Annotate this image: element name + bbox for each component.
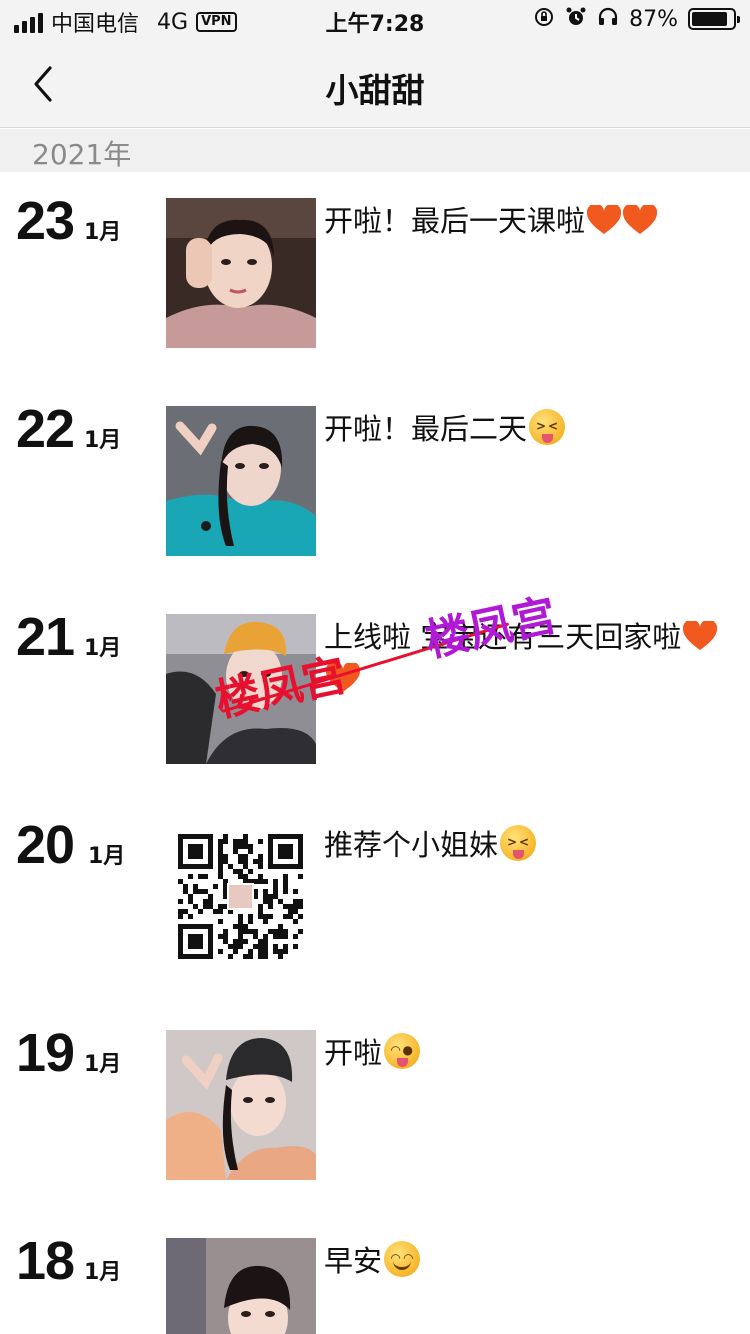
post-day: 22 [16, 399, 75, 459]
post-item[interactable]: 20 1月 推荐个小姐妹 > < [0, 796, 750, 972]
post-caption: 上线啦 宝宝还有三天回家啦 [324, 616, 724, 700]
post-text: 开啦！最后二天 [324, 412, 528, 446]
nav-bar: 小甜甜 [0, 40, 750, 128]
heart-icon [587, 205, 622, 234]
post-text: 推荐个小姐妹 [324, 828, 499, 862]
post-item[interactable]: 22 1月 开啦！最后二天 > < [0, 380, 750, 556]
post-caption: 早安 ◠ ◠ [324, 1240, 724, 1282]
wink-tongue-emoji-icon: ◠ ● [384, 1033, 421, 1069]
battery-percent: 87% [629, 6, 678, 32]
post-photo[interactable] [166, 1030, 316, 1180]
post-item[interactable]: 21 1月 上线啦 宝宝还有三天回家啦 [0, 588, 750, 764]
post-text: 开啦 [324, 1036, 383, 1070]
post-caption: 推荐个小姐妹 > < [324, 824, 724, 866]
post-month: 1月 [84, 636, 122, 661]
post-month: 1月 [84, 1052, 122, 1077]
post-month: 1月 [84, 1260, 122, 1285]
post-day: 21 [16, 607, 75, 667]
alarm-icon [565, 6, 587, 32]
post-photo[interactable] [166, 406, 316, 556]
post-item[interactable]: 23 1月 开啦！最后一天课啦 [0, 172, 750, 348]
post-photo[interactable] [166, 1238, 316, 1334]
year-header: 2021年 [0, 129, 750, 172]
battery-icon [688, 8, 740, 30]
headphones-icon [597, 6, 619, 32]
post-day: 19 [16, 1023, 75, 1083]
orientation-lock-icon [533, 6, 555, 32]
post-month: 1月 [84, 220, 122, 245]
heart-icon [683, 621, 718, 650]
battery-fill [692, 12, 727, 26]
post-day: 23 [16, 191, 75, 251]
post-item[interactable]: 19 1月 开啦 ◠ ● [0, 1004, 750, 1180]
post-day: 18 [16, 1231, 75, 1291]
qr-code-image[interactable] [166, 822, 316, 972]
post-text: 开啦！最后一天课啦 [324, 204, 586, 238]
post-caption: 开啦！最后二天 > < [324, 408, 724, 450]
squint-tongue-emoji-icon: > < [529, 409, 566, 445]
squint-tongue-emoji-icon: > < [500, 825, 537, 861]
smile-emoji-icon: ◠ ◠ [384, 1241, 421, 1277]
status-right: 87% [533, 6, 740, 32]
year-label: 2021年 [32, 138, 132, 171]
post-month: 1月 [88, 844, 126, 869]
post-photo[interactable] [166, 198, 316, 348]
post-caption: 开啦 ◠ ● [324, 1032, 724, 1074]
heart-icon [623, 205, 658, 234]
post-text: 早安 [324, 1244, 383, 1278]
page-title: 小甜甜 [325, 71, 425, 110]
post-month: 1月 [84, 428, 122, 453]
post-caption: 开啦！最后一天课啦 [324, 200, 724, 242]
post-day: 20 [16, 815, 75, 875]
post-item[interactable]: 18 1月 早安 ◠ ◠ [0, 1212, 750, 1334]
status-bar: 中国电信 4G VPN 上午7:28 87% [0, 0, 750, 40]
